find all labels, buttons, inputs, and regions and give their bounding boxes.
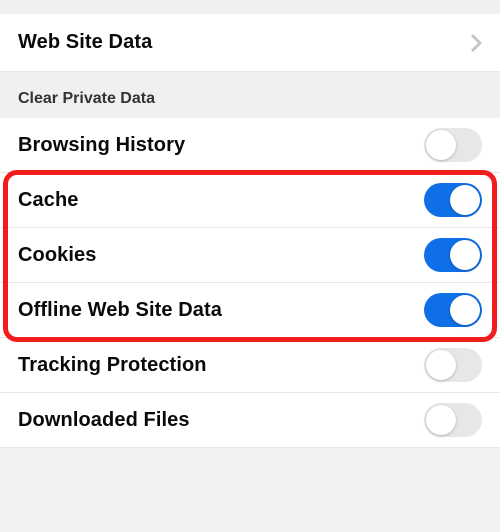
browsing-history-row[interactable]: Browsing History	[0, 118, 500, 173]
cache-toggle[interactable]	[424, 183, 482, 217]
cookies-toggle[interactable]	[424, 238, 482, 272]
cache-label: Cache	[18, 189, 79, 212]
browsing-history-toggle[interactable]	[424, 128, 482, 162]
web-site-data-label: Web Site Data	[18, 31, 152, 54]
clear-private-data-group: Browsing History Cache Cookies Offline W…	[0, 118, 500, 448]
browsing-history-label: Browsing History	[18, 134, 185, 157]
web-site-data-row[interactable]: Web Site Data	[0, 14, 500, 72]
offline-web-site-data-toggle[interactable]	[424, 293, 482, 327]
downloaded-files-toggle[interactable]	[424, 403, 482, 437]
tracking-protection-row[interactable]: Tracking Protection	[0, 338, 500, 393]
downloaded-files-label: Downloaded Files	[18, 409, 190, 432]
tracking-protection-toggle[interactable]	[424, 348, 482, 382]
offline-web-site-data-row[interactable]: Offline Web Site Data	[0, 283, 500, 338]
downloaded-files-row[interactable]: Downloaded Files	[0, 393, 500, 448]
clear-private-data-header: Clear Private Data	[0, 90, 173, 118]
offline-web-site-data-label: Offline Web Site Data	[18, 299, 222, 322]
cookies-row[interactable]: Cookies	[0, 228, 500, 283]
cookies-label: Cookies	[18, 244, 97, 267]
cache-row[interactable]: Cache	[0, 173, 500, 228]
tracking-protection-label: Tracking Protection	[18, 354, 207, 377]
chevron-right-icon	[470, 33, 482, 53]
